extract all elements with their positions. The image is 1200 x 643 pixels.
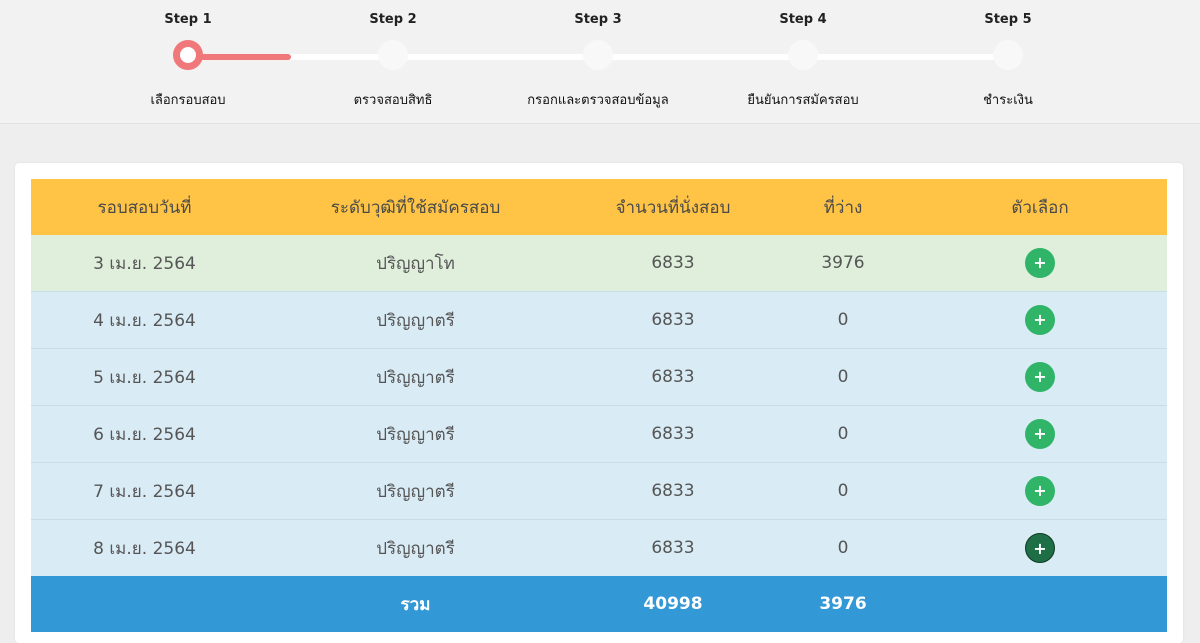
table-row: 4 เม.ย. 2564 ปริญญาตรี 6833 0 + (31, 291, 1167, 349)
step-title: เลือกรอบสอบ (150, 93, 226, 108)
plus-icon[interactable]: + (1025, 419, 1055, 449)
table-row: 8 เม.ย. 2564 ปริญญาตรี 6833 0 + (31, 519, 1167, 576)
stepper: Step 1 เลือกรอบสอบ Step 2 ตรวจสอบสิทธิ S… (0, 0, 1200, 124)
available-count: 3976 (773, 235, 913, 292)
step-title: ชำระเงิน (983, 93, 1033, 108)
available-count: 0 (773, 291, 913, 349)
total-available: 3976 (773, 576, 913, 632)
exam-date: 5 เม.ย. 2564 (31, 348, 258, 406)
exam-date: 4 เม.ย. 2564 (31, 291, 258, 349)
options-cell: + (913, 405, 1167, 463)
table-row: 7 เม.ย. 2564 ปริญญาตรี 6833 0 + (31, 462, 1167, 520)
options-cell: + (913, 519, 1167, 576)
seat-count: 6833 (573, 348, 773, 406)
exam-date: 6 เม.ย. 2564 (31, 405, 258, 463)
step-number: Step 4 (779, 12, 827, 27)
seat-count: 6833 (573, 235, 773, 292)
plus-icon[interactable]: + (1025, 305, 1055, 335)
table-total-row: รวม 40998 3976 (31, 576, 1167, 632)
header-qualification: ระดับวุฒิที่ใช้สมัครสอบ (258, 179, 573, 235)
step-number: Step 5 (984, 12, 1032, 27)
available-count: 0 (773, 462, 913, 520)
options-cell: + (913, 291, 1167, 349)
exam-date: 7 เม.ย. 2564 (31, 462, 258, 520)
qualification: ปริญญาตรี (258, 348, 573, 406)
available-count: 0 (773, 405, 913, 463)
step-number: Step 3 (574, 12, 622, 27)
seat-count: 6833 (573, 519, 773, 576)
step-indicator-active (173, 40, 203, 70)
options-cell: + (913, 348, 1167, 406)
available-count: 0 (773, 348, 913, 406)
options-cell: + (913, 462, 1167, 520)
seat-count: 6833 (573, 405, 773, 463)
step-title: ตรวจสอบสิทธิ (353, 93, 433, 108)
plus-icon[interactable]: + (1025, 533, 1055, 563)
header-exam-date: รอบสอบวันที่ (31, 179, 258, 235)
step-title: ยืนยันการสมัครสอบ (747, 93, 859, 108)
options-cell: + (913, 235, 1167, 292)
total-label: รวม (258, 576, 573, 632)
table-header-row: รอบสอบวันที่ ระดับวุฒิที่ใช้สมัครสอบ จำน… (31, 179, 1167, 235)
total-spacer (31, 576, 258, 632)
step-title: กรอกและตรวจสอบข้อมูล (527, 93, 669, 108)
step-5[interactable]: Step 5 ชำระเงิน (888, 0, 1128, 123)
step-indicator (378, 40, 408, 70)
available-count: 0 (773, 519, 913, 576)
qualification: ปริญญาตรี (258, 291, 573, 349)
step-1[interactable]: Step 1 เลือกรอบสอบ (68, 0, 308, 123)
step-indicator (583, 40, 613, 70)
table-row: 6 เม.ย. 2564 ปริญญาตรี 6833 0 + (31, 405, 1167, 463)
seat-count: 6833 (573, 291, 773, 349)
table-row: 5 เม.ย. 2564 ปริญญาตรี 6833 0 + (31, 348, 1167, 406)
header-available: ที่ว่าง (773, 179, 913, 235)
qualification: ปริญญาตรี (258, 462, 573, 520)
step-indicator (993, 40, 1023, 70)
step-3[interactable]: Step 3 กรอกและตรวจสอบข้อมูล (478, 0, 718, 123)
table-row: 3 เม.ย. 2564 ปริญญาโท 6833 3976 + (31, 235, 1167, 292)
seat-count: 6833 (573, 462, 773, 520)
qualification: ปริญญาตรี (258, 405, 573, 463)
exam-date: 3 เม.ย. 2564 (31, 235, 258, 292)
step-number: Step 1 (164, 12, 212, 27)
total-seats: 40998 (573, 576, 773, 632)
plus-icon[interactable]: + (1025, 476, 1055, 506)
header-seat-count: จำนวนที่นั่งสอบ (573, 179, 773, 235)
qualification: ปริญญาตรี (258, 519, 573, 576)
step-4[interactable]: Step 4 ยืนยันการสมัครสอบ (683, 0, 923, 123)
plus-icon[interactable]: + (1025, 248, 1055, 278)
total-options-spacer (913, 576, 1167, 632)
step-2[interactable]: Step 2 ตรวจสอบสิทธิ (273, 0, 513, 123)
qualification: ปริญญาโท (258, 235, 573, 292)
exam-round-table: รอบสอบวันที่ ระดับวุฒิที่ใช้สมัครสอบ จำน… (31, 179, 1167, 632)
plus-icon[interactable]: + (1025, 362, 1055, 392)
header-options: ตัวเลือก (913, 179, 1167, 235)
step-indicator (788, 40, 818, 70)
step-number: Step 2 (369, 12, 417, 27)
exam-date: 8 เม.ย. 2564 (31, 519, 258, 576)
